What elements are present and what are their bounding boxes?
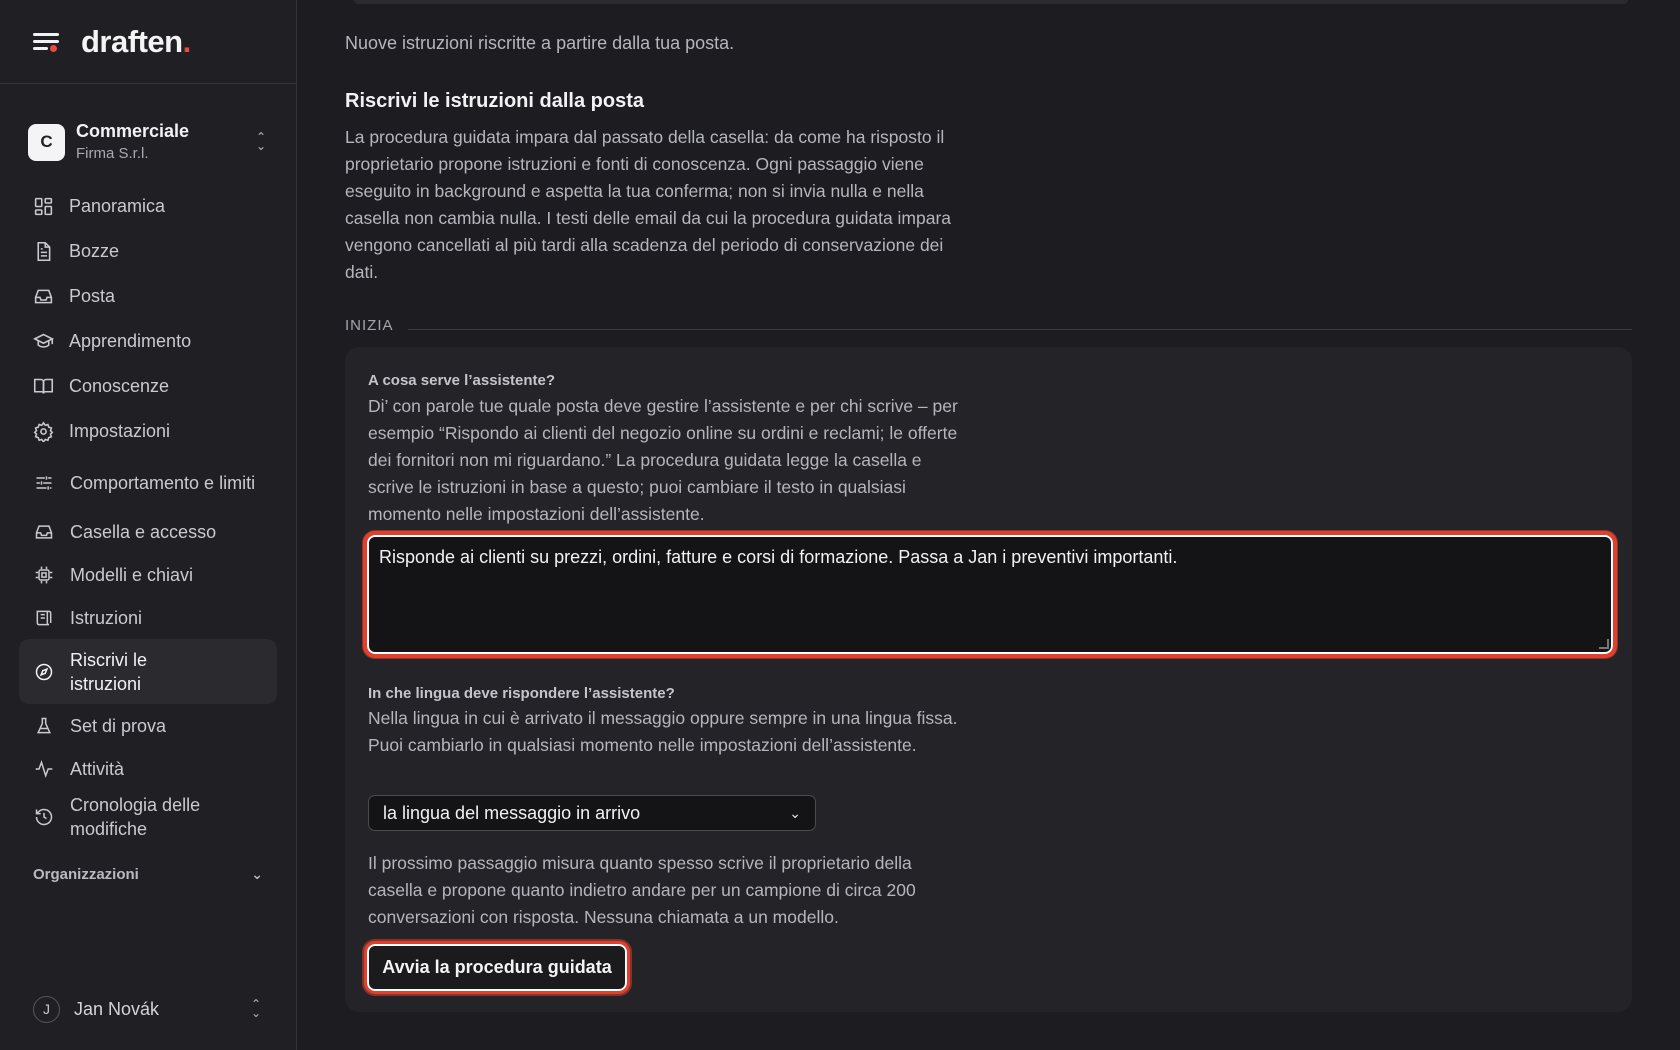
sidebar-item-label: Attività (70, 758, 125, 779)
language-select[interactable]: la lingua del messaggio in arrivo ⌄ (368, 795, 816, 831)
sidebar-item-label: Apprendimento (69, 331, 192, 351)
inbox-icon (34, 289, 53, 304)
sidebar-item-attivita[interactable]: Attività (19, 747, 277, 790)
previous-card-edge (354, 0, 1628, 4)
sidebar-item-label: Bozze (69, 241, 120, 261)
sidebar-item-label: Comportamento e limiti (70, 473, 256, 493)
sidebar-item-apprendimento[interactable]: Apprendimento (0, 319, 296, 364)
chevron-up-down-icon: ⌃ ⌄ (250, 997, 262, 1020)
wizard-card: A cosa serve l’assistente? Di’ con parol… (345, 347, 1632, 1012)
sidebar-item-impostazioni[interactable]: Impostazioni (0, 409, 296, 454)
avatar: J (33, 995, 60, 1023)
chevron-up-down-icon: ⌃ ⌄ (255, 130, 267, 153)
logo[interactable]: draften. (81, 24, 191, 60)
purpose-textarea[interactable]: Risponde ai clienti su prezzi, ordini, f… (363, 531, 1617, 658)
section-label: INIZIA (345, 317, 394, 334)
sidebar-item-riscrivi[interactable]: Riscrivi le istruzioni (19, 639, 277, 704)
sidebar-item-label: Istruzioni (70, 607, 143, 628)
sidebar-item-posta[interactable]: Posta (0, 274, 296, 319)
language-help: Nella lingua in cui è arrivato il messag… (368, 708, 958, 755)
purpose-label: A cosa serve l’assistente? (368, 372, 556, 389)
workspace-avatar: C (28, 123, 65, 161)
organizations-toggle[interactable]: Organizzazioni ⌄ (33, 866, 263, 883)
scroll-icon (36, 610, 52, 625)
purpose-help: Di’ con parole tue quale posta deve gest… (368, 396, 958, 524)
sidebar-item-casella[interactable]: Casella e accesso (19, 510, 277, 553)
sidebar-item-bozze[interactable]: Bozze (0, 229, 296, 274)
sidebar-item-label: Riscrivi le istruzioni (70, 649, 148, 694)
organizations-label: Organizzazioni (33, 866, 139, 883)
sidebar-item-label: Panoramica (69, 196, 166, 216)
sidebar-item-istruzioni[interactable]: Istruzioni (19, 596, 277, 639)
sidebar-item-label: Modelli e chiavi (70, 564, 194, 585)
sliders-icon (36, 476, 52, 490)
document-icon (37, 241, 51, 262)
inbox-icon (35, 524, 53, 539)
page-title: Riscrivi le istruzioni dalla posta (345, 90, 644, 112)
graduation-cap-icon (33, 333, 54, 348)
compass-icon (35, 663, 53, 680)
sidebar-item-label: Posta (69, 286, 116, 306)
workspace-org: Firma S.r.l. (76, 144, 149, 162)
section-divider: INIZIA (345, 317, 1632, 334)
sidebar-item-comportamento[interactable]: Comportamento e limiti (19, 456, 277, 510)
chevron-down-icon: ⌄ (789, 804, 801, 821)
start-wizard-button[interactable]: Avvia la procedura guidata (364, 941, 630, 994)
page-description: La procedura guidata impara dal passato … (345, 127, 952, 282)
sidebar-item-cronologia[interactable]: Cronologia delle modifiche (19, 790, 277, 844)
sidebar-item-conoscenze[interactable]: Conoscenze (0, 364, 296, 409)
workspace-switcher[interactable]: C Commerciale Firma S.r.l. ⌃ ⌄ (28, 118, 268, 166)
language-label: In che lingua deve rispondere l’assisten… (368, 685, 675, 702)
sidebar-item-label: Casella e accesso (70, 521, 217, 542)
next-step-note: Il prossimo passaggio misura quanto spes… (368, 853, 916, 927)
user-menu[interactable]: J Jan Novák ⌃ ⌄ (33, 994, 263, 1024)
sidebar: draften. C Commerciale Firma S.r.l. ⌃ ⌄ P… (0, 0, 297, 1050)
history-icon (35, 808, 53, 826)
sidebar-item-label: Cronologia delle modifiche (70, 795, 201, 839)
brand-bar: draften. (0, 0, 296, 84)
sidebar-item-panoramica[interactable]: Panoramica (0, 184, 296, 229)
main-content: Nuove istruzioni riscritte a partire dal… (297, 0, 1680, 1050)
user-name: Jan Novák (74, 998, 160, 1019)
flask-icon (37, 717, 51, 733)
chip-icon (35, 566, 53, 583)
sidebar-item-label: Impostazioni (69, 421, 171, 441)
gear-icon (33, 421, 54, 442)
dashboard-icon (34, 197, 53, 216)
page-lead: Nuove istruzioni riscritte a partire dal… (345, 33, 735, 53)
language-select-value: la lingua del messaggio in arrivo (383, 802, 641, 823)
sidebar-item-set-di-prova[interactable]: Set di prova (19, 704, 277, 747)
menu-icon[interactable] (33, 31, 59, 53)
book-icon (33, 378, 54, 394)
sidebar-item-modelli[interactable]: Modelli e chiavi (19, 553, 277, 596)
chevron-down-icon: ⌄ (251, 866, 263, 882)
sidebar-item-label: Set di prova (70, 715, 167, 736)
sidebar-item-label: Conoscenze (69, 376, 170, 396)
resize-handle-icon[interactable] (1599, 639, 1609, 649)
activity-icon (35, 759, 53, 778)
workspace-name: Commerciale (76, 120, 190, 141)
